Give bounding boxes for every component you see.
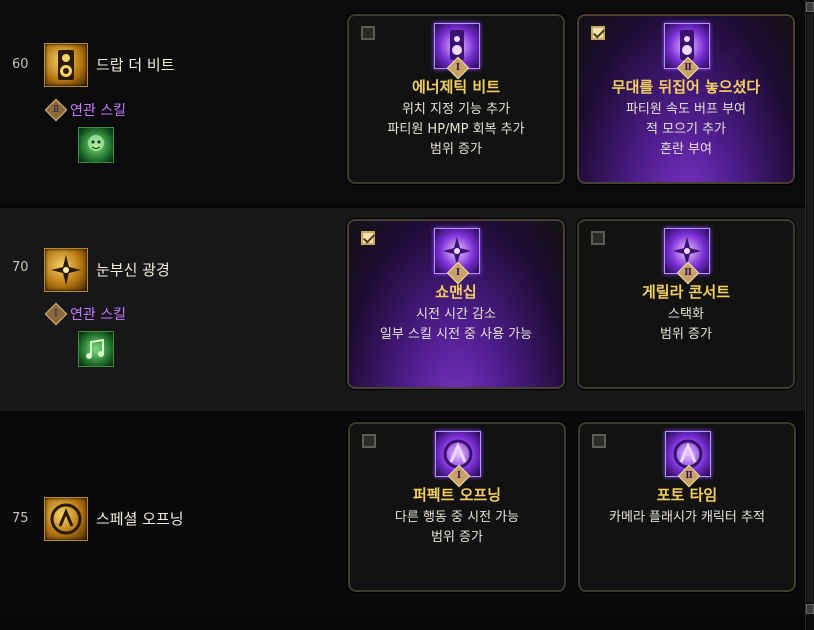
- talent-card-perfect-opening[interactable]: Ⅰ 퍼펙트 오프닝 다른 행동 중 시전 가능 범위 증가: [347, 421, 567, 593]
- talent-description: 카메라 플래시가 캐릭터 추적: [609, 510, 765, 525]
- talent-description: 다른 행동 중 시전 가능 범위 증가: [394, 510, 520, 545]
- hand-gesture-icon[interactable]: [44, 497, 88, 541]
- skill-row-75: 75 스페셜 오프닝 Ⅰ 퍼펙트 오프닝 다른 행동 중 시전 가능 범위 증가…: [0, 415, 806, 615]
- talent-card-showmanship[interactable]: Ⅰ 쇼맨십 시전 시간 감소 일부 스킬 시전 중 사용 가능: [346, 218, 566, 390]
- talent-card-photo-time[interactable]: Ⅱ 포토 타임 카메라 플래시가 캐릭터 추적: [577, 421, 797, 593]
- talent-card-guerrilla-concert[interactable]: Ⅱ 게릴라 콘서트 스택화 범위 증가: [576, 218, 796, 390]
- select-checkbox[interactable]: [591, 231, 605, 245]
- speaker-icon[interactable]: [44, 43, 88, 87]
- tier-1-talent-icon: Ⅰ: [435, 431, 481, 488]
- talent-title: 게릴라 콘서트: [641, 283, 731, 301]
- level-label: 75: [12, 511, 29, 526]
- talent-title: 퍼펙트 오프닝: [412, 486, 502, 504]
- skill-name: 드랍 더 비트: [96, 56, 175, 74]
- tier-badge-icon: Ⅱ: [44, 98, 68, 122]
- skill-row-60: 60 드랍 더 비트 Ⅱ 연관 스킬 Ⅰ 에너제틱 비트 위치 지정 기능 추가…: [0, 0, 806, 204]
- tier-1-talent-icon: Ⅰ: [434, 228, 480, 285]
- talent-title: 포토 타임: [656, 486, 718, 504]
- tier-2-talent-icon: Ⅱ: [665, 431, 711, 488]
- tier-2-talent-icon: Ⅱ: [664, 23, 710, 80]
- talent-description: 스택화 범위 증가: [660, 307, 712, 342]
- talent-description: 위치 지정 기능 추가 파티원 HP/MP 회복 추가 범위 증가: [387, 102, 525, 157]
- tier-1-talent-icon: Ⅰ: [434, 23, 480, 80]
- talent-card-energetic-beat[interactable]: Ⅰ 에너제틱 비트 위치 지정 기능 추가 파티원 HP/MP 회복 추가 범위…: [346, 13, 566, 185]
- talent-title: 쇼맨십: [435, 283, 477, 301]
- related-skill-label: Ⅰ 연관 스킬: [44, 302, 126, 326]
- talent-description: 파티원 속도 버프 부여 적 모으기 추가 혼란 부여: [625, 102, 747, 157]
- level-label: 70: [12, 260, 29, 275]
- skill-name: 눈부신 광경: [96, 261, 170, 279]
- vertical-scrollbar[interactable]: [805, 0, 814, 630]
- scroll-up-button[interactable]: [806, 2, 814, 12]
- talent-title: 에너제틱 비트: [411, 78, 501, 96]
- sparkle-icon[interactable]: [44, 248, 88, 292]
- related-skill-label: Ⅱ 연관 스킬: [44, 98, 126, 122]
- select-checkbox[interactable]: [362, 434, 376, 448]
- skill-name: 스페셜 오프닝: [96, 510, 184, 528]
- tier-2-talent-icon: Ⅱ: [664, 228, 710, 285]
- select-checkbox[interactable]: [361, 26, 375, 40]
- skill-row-70: 70 눈부신 광경 Ⅰ 연관 스킬 Ⅰ 쇼맨십 시전 시간 감소 일부 스킬 시…: [0, 208, 806, 411]
- talent-title: 무대를 뒤집어 놓으셨다: [611, 78, 761, 96]
- tier-badge-icon: Ⅰ: [44, 302, 68, 326]
- select-checkbox[interactable]: [591, 26, 605, 40]
- green-note-icon[interactable]: [78, 331, 114, 367]
- talent-card-flip-stage[interactable]: Ⅱ 무대를 뒤집어 놓으셨다 파티원 속도 버프 부여 적 모으기 추가 혼란 …: [576, 13, 796, 185]
- select-checkbox[interactable]: [592, 434, 606, 448]
- talent-description: 시전 시간 감소 일부 스킬 시전 중 사용 가능: [379, 307, 533, 342]
- level-label: 60: [12, 57, 29, 72]
- select-checkbox[interactable]: [361, 231, 375, 245]
- scroll-down-button[interactable]: [806, 604, 814, 614]
- scroll-track[interactable]: [807, 14, 813, 602]
- green-face-icon[interactable]: [78, 127, 114, 163]
